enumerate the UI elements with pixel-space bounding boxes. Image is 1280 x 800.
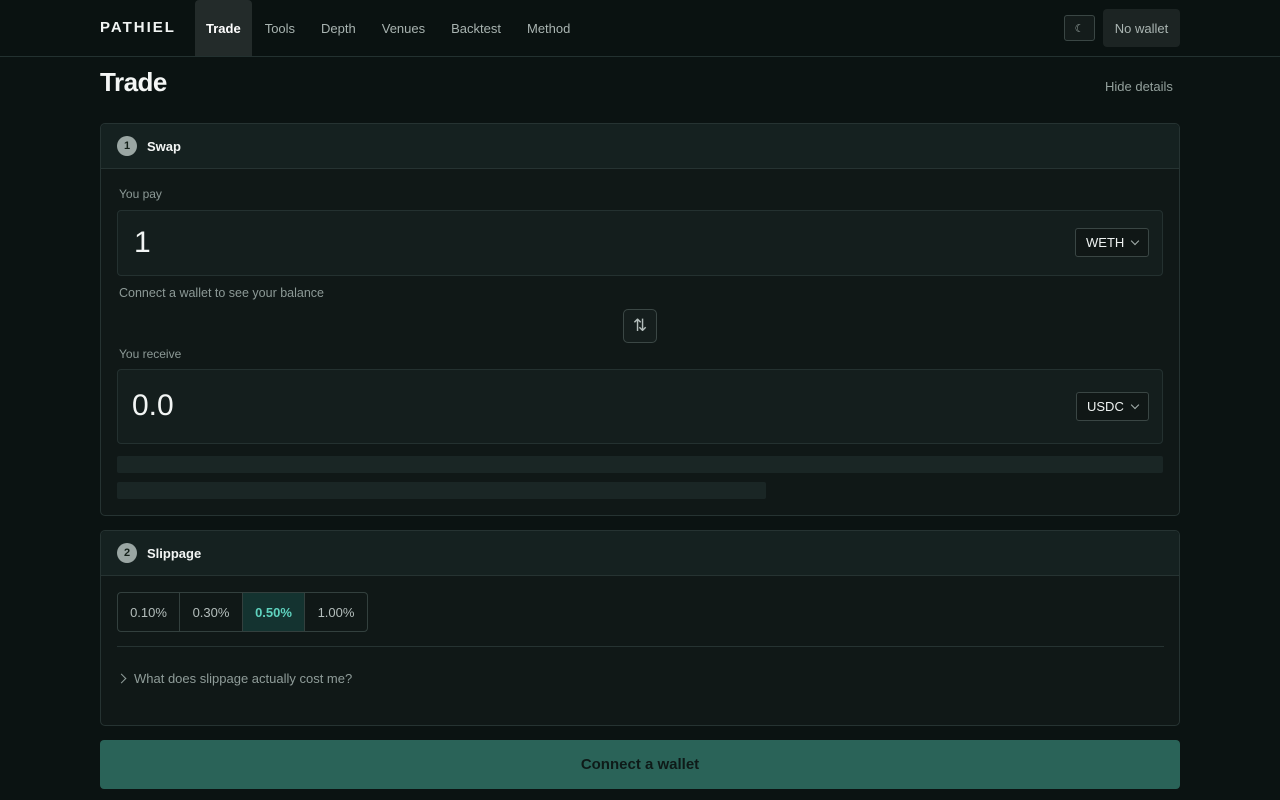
receive-token-label: USDC xyxy=(1087,399,1124,414)
receive-amount-value: 0.0 xyxy=(132,389,174,422)
step-badge: 1 xyxy=(117,136,137,156)
nav-depth[interactable]: Depth xyxy=(308,0,369,56)
pay-token-label: WETH xyxy=(1086,235,1125,250)
loading-skeleton xyxy=(117,482,766,499)
slippage-card-header: 2 Slippage xyxy=(101,531,1179,576)
receive-label: You receive xyxy=(119,347,182,361)
nav-backtest[interactable]: Backtest xyxy=(438,0,514,56)
pay-label: You pay xyxy=(119,187,162,201)
slippage-title: Slippage xyxy=(147,545,202,561)
chevron-down-icon xyxy=(1130,400,1140,410)
wallet-button[interactable]: No wallet xyxy=(1103,9,1180,47)
divider xyxy=(117,646,1164,647)
receive-token-select[interactable]: USDC xyxy=(1076,392,1149,421)
slippage-card: 2 Slippage 0.10% 0.30% 0.50% 1.00% What … xyxy=(100,530,1180,726)
slippage-options: 0.10% 0.30% 0.50% 1.00% xyxy=(117,592,368,632)
nav-venues[interactable]: Venues xyxy=(369,0,438,56)
nav-tools[interactable]: Tools xyxy=(252,0,308,56)
pay-amount-field[interactable]: 1 WETH xyxy=(117,210,1163,276)
top-nav: PATHIEL Trade Tools Depth Venues Backtes… xyxy=(0,0,1280,57)
slippage-option-0-10[interactable]: 0.10% xyxy=(118,593,180,631)
swap-title: Swap xyxy=(147,138,181,154)
step-badge: 2 xyxy=(117,543,137,563)
main-nav: Trade Tools Depth Venues Backtest Method xyxy=(195,0,583,56)
pay-token-select[interactable]: WETH xyxy=(1075,228,1150,257)
swap-arrows-icon: ⇅ xyxy=(632,316,648,335)
nav-method[interactable]: Method xyxy=(514,0,583,56)
connect-wallet-button[interactable]: Connect a wallet xyxy=(100,740,1180,789)
disclosure-label: What does slippage actually cost me? xyxy=(134,671,353,686)
loading-skeleton xyxy=(117,456,1163,473)
moon-icon: ☾ xyxy=(1074,22,1085,35)
theme-toggle-button[interactable]: ☾ xyxy=(1064,15,1095,41)
swap-direction-button[interactable]: ⇅ xyxy=(623,309,657,343)
swap-card-header: 1 Swap xyxy=(101,124,1179,169)
slippage-cost-disclosure[interactable]: What does slippage actually cost me? xyxy=(116,671,353,686)
page-title: Trade xyxy=(100,67,167,97)
chevron-right-icon xyxy=(116,673,127,684)
hide-details-link[interactable]: Hide details xyxy=(1105,79,1173,94)
brand-logo[interactable]: PATHIEL xyxy=(100,19,176,36)
swap-card: 1 Swap You pay 1 WETH Connect a wallet t… xyxy=(100,123,1180,516)
chevron-down-icon xyxy=(1131,236,1140,246)
slippage-option-0-50[interactable]: 0.50% xyxy=(243,593,305,631)
nav-trade[interactable]: Trade xyxy=(195,0,252,56)
slippage-option-1-00[interactable]: 1.00% xyxy=(305,593,367,631)
pay-amount-input[interactable]: 1 xyxy=(134,226,151,260)
slippage-option-0-30[interactable]: 0.30% xyxy=(180,593,243,631)
balance-hint: Connect a wallet to see your balance xyxy=(119,286,324,300)
receive-amount-field: 0.0 USDC xyxy=(117,369,1163,444)
